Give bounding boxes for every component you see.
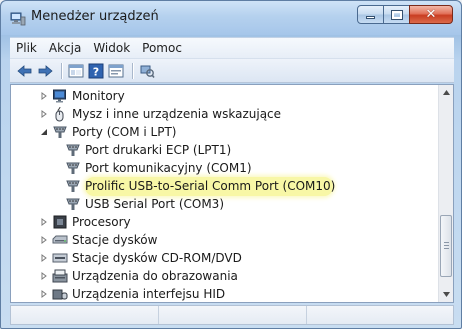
window-title: Menedżer urządzeń (31, 9, 159, 24)
scroll-down-icon[interactable] (439, 287, 453, 302)
tree-item-label: Procesory (72, 215, 131, 229)
hid-icon (52, 286, 68, 302)
device-manager-icon (10, 11, 26, 26)
status-cell (11, 306, 159, 324)
toolbar-separator (61, 62, 62, 79)
cdrom-icon (52, 250, 68, 266)
tree-item-label: Stacje dysków CD-ROM/DVD (72, 251, 242, 265)
expand-arrow-icon[interactable] (39, 235, 49, 245)
toolbar-separator (132, 62, 133, 79)
maximize-icon (390, 9, 403, 20)
tree-item-usb-serial-com3[interactable]: USB Serial Port (COM3) (65, 195, 224, 213)
help-icon: ? (88, 63, 104, 78)
tree-item-monitory[interactable]: Monitory (39, 87, 125, 105)
tree-item-label: Porty (COM i LPT) (72, 125, 177, 139)
status-cell (159, 306, 307, 324)
minimize-icon (366, 16, 375, 19)
port-icon (65, 160, 81, 176)
show-hide-console-tree-icon (68, 64, 84, 77)
processor-icon (52, 214, 68, 230)
tree-item-label: Port komunikacyjny (COM1) (85, 161, 252, 175)
minimize-button[interactable] (357, 5, 384, 24)
maximize-button[interactable] (383, 5, 410, 24)
port-icon (65, 142, 81, 158)
tree-item-cdrom[interactable]: Stacje dysków CD-ROM/DVD (39, 249, 242, 267)
scrollbar-grip (444, 248, 449, 249)
tree-item-lpt1[interactable]: Port drukarki ECP (LPT1) (65, 141, 231, 159)
tree-item-com1[interactable]: Port komunikacyjny (COM1) (65, 159, 252, 177)
scrollbar-grip (444, 242, 449, 243)
scroll-up-icon[interactable] (439, 85, 453, 100)
expand-arrow-icon[interactable] (39, 109, 49, 119)
scan-hardware-button[interactable] (138, 62, 156, 80)
console-tree-button[interactable] (67, 62, 85, 80)
status-cell (307, 306, 453, 324)
expand-arrow-icon[interactable] (39, 289, 49, 299)
menu-widok[interactable]: Widok (87, 38, 136, 59)
toolbar: ? (10, 58, 454, 83)
back-arrow-icon (17, 64, 32, 77)
forward-arrow-icon (38, 64, 53, 77)
menu-akcja[interactable]: Akcja (43, 38, 87, 59)
forward-button[interactable] (36, 62, 54, 80)
imaging-device-icon (52, 268, 68, 284)
device-tree[interactable]: Monitory Mysz i inne urządzenia wskazują… (10, 84, 454, 303)
window-controls: ✕ (357, 5, 453, 25)
device-manager-window: Menedżer urządzeń ✕ Plik Akcja Widok Pom… (0, 0, 462, 329)
port-icon (65, 178, 81, 194)
menu-plik[interactable]: Plik (10, 38, 43, 59)
monitor-icon (52, 88, 68, 104)
status-bar (10, 305, 454, 325)
tree-item-obrazowanie[interactable]: Urządzenia do obrazowania (39, 267, 238, 285)
tree-item-stacje-dyskow[interactable]: Stacje dysków (39, 231, 157, 249)
close-button[interactable]: ✕ (409, 5, 453, 24)
tree-item-label: Urządzenia do obrazowania (72, 269, 238, 283)
title-bar[interactable]: Menedżer urządzeń ✕ (1, 1, 461, 35)
tree-item-label: Port drukarki ECP (LPT1) (85, 143, 232, 157)
tree-item-label: USB Serial Port (COM3) (85, 197, 224, 211)
tree-item-mysz[interactable]: Mysz i inne urządzenia wskazujące (39, 105, 281, 123)
vertical-scrollbar[interactable] (438, 85, 453, 302)
device-tree-content: Monitory Mysz i inne urządzenia wskazują… (11, 85, 439, 302)
scrollbar-thumb[interactable] (440, 215, 452, 277)
expand-arrow-icon[interactable] (39, 91, 49, 101)
expand-arrow-icon[interactable] (39, 271, 49, 281)
expand-arrow-icon[interactable] (39, 217, 49, 227)
properties-icon (108, 64, 124, 77)
mouse-icon (52, 106, 68, 122)
menu-bar: Plik Akcja Widok Pomoc (10, 37, 454, 58)
tree-item-label: Urządzenia interfejsu HID (72, 287, 226, 301)
back-button[interactable] (16, 62, 34, 80)
scan-hardware-icon (140, 65, 155, 78)
port-icon (65, 196, 81, 212)
tree-item-label: Stacje dysków (72, 233, 158, 247)
tree-item-label: Mysz i inne urządzenia wskazujące (72, 107, 282, 121)
expand-arrow-icon[interactable] (39, 253, 49, 263)
tree-item-hid[interactable]: Urządzenia interfejsu HID (39, 285, 226, 302)
port-icon (52, 124, 68, 140)
properties-button[interactable] (107, 62, 125, 80)
tree-item-prolific-com10[interactable]: Prolific USB-to-Serial Comm Port (COM10) (65, 177, 335, 195)
svg-text:?: ? (93, 65, 99, 78)
tree-item-label: Monitory (72, 89, 125, 103)
tree-item-label: Prolific USB-to-Serial Comm Port (COM10) (85, 179, 336, 193)
help-button[interactable]: ? (87, 62, 105, 80)
menu-pomoc[interactable]: Pomoc (136, 38, 188, 59)
close-icon: ✕ (425, 7, 437, 22)
tree-item-procesory[interactable]: Procesory (39, 213, 131, 231)
tree-item-porty[interactable]: Porty (COM i LPT) (39, 123, 176, 141)
disk-drive-icon (52, 232, 68, 248)
scrollbar-grip (444, 245, 449, 246)
collapse-arrow-icon[interactable] (39, 127, 49, 137)
